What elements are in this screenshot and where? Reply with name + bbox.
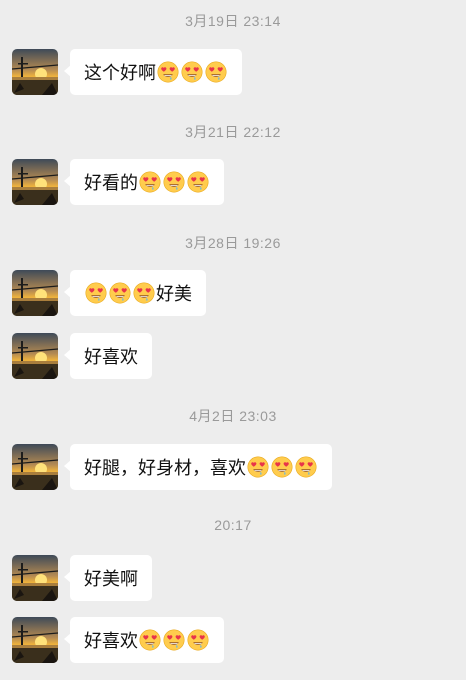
message-text: 好腿，好身材，喜欢 — [84, 458, 246, 479]
message-bubble[interactable]: 好腿，好身材，喜欢 — [64, 444, 332, 490]
message-bubble[interactable]: 好喜欢 — [64, 617, 224, 663]
avatar[interactable] — [12, 49, 58, 95]
sunset-bridge-avatar-icon — [12, 270, 58, 316]
heart-eyes-emoji-icon — [205, 61, 227, 83]
message-bubble[interactable]: 这个好啊 — [64, 49, 242, 95]
sunset-bridge-avatar-icon — [12, 333, 58, 379]
message-text: 好美 — [156, 284, 192, 305]
chat-view: 3月19日 23:14 这个好啊 3月21日 22:12 好看的 3月28日 1… — [0, 0, 466, 680]
heart-eyes-emoji-icon — [157, 61, 179, 83]
message-text: 这个好啊 — [84, 63, 156, 84]
heart-eyes-emoji-icon — [187, 171, 209, 193]
message-bubble[interactable]: 好美啊 — [64, 555, 152, 601]
heart-eyes-emoji-icon — [271, 456, 293, 478]
heart-eyes-emoji-icon — [133, 282, 155, 304]
timestamp: 3月28日 19:26 — [185, 235, 281, 251]
sunset-bridge-avatar-icon — [12, 159, 58, 205]
message-bubble[interactable]: 好美 — [64, 270, 206, 316]
message-bubble[interactable]: 好喜欢 — [64, 333, 152, 379]
avatar[interactable] — [12, 159, 58, 205]
emoji-group — [84, 282, 156, 304]
timestamp: 3月21日 22:12 — [185, 124, 281, 140]
heart-eyes-emoji-icon — [109, 282, 131, 304]
emoji-group — [156, 61, 228, 83]
timestamp: 20:17 — [214, 517, 252, 533]
sunset-bridge-avatar-icon — [12, 555, 58, 601]
avatar[interactable] — [12, 270, 58, 316]
avatar[interactable] — [12, 444, 58, 490]
heart-eyes-emoji-icon — [163, 171, 185, 193]
heart-eyes-emoji-icon — [163, 629, 185, 651]
message-text: 好看的 — [84, 173, 138, 194]
heart-eyes-emoji-icon — [139, 629, 161, 651]
sunset-bridge-avatar-icon — [12, 444, 58, 490]
heart-eyes-emoji-icon — [85, 282, 107, 304]
message-bubble[interactable]: 好看的 — [64, 159, 224, 205]
avatar[interactable] — [12, 333, 58, 379]
timestamp: 4月2日 23:03 — [189, 408, 277, 424]
emoji-group — [246, 456, 318, 478]
message-text: 好美啊 — [84, 569, 138, 590]
emoji-group — [138, 629, 210, 651]
sunset-bridge-avatar-icon — [12, 49, 58, 95]
timestamp: 3月19日 23:14 — [185, 13, 281, 29]
sunset-bridge-avatar-icon — [12, 617, 58, 663]
avatar[interactable] — [12, 617, 58, 663]
message-text: 好喜欢 — [84, 631, 138, 652]
heart-eyes-emoji-icon — [187, 629, 209, 651]
heart-eyes-emoji-icon — [295, 456, 317, 478]
message-text: 好喜欢 — [84, 347, 138, 368]
avatar[interactable] — [12, 555, 58, 601]
heart-eyes-emoji-icon — [181, 61, 203, 83]
emoji-group — [138, 171, 210, 193]
heart-eyes-emoji-icon — [247, 456, 269, 478]
heart-eyes-emoji-icon — [139, 171, 161, 193]
